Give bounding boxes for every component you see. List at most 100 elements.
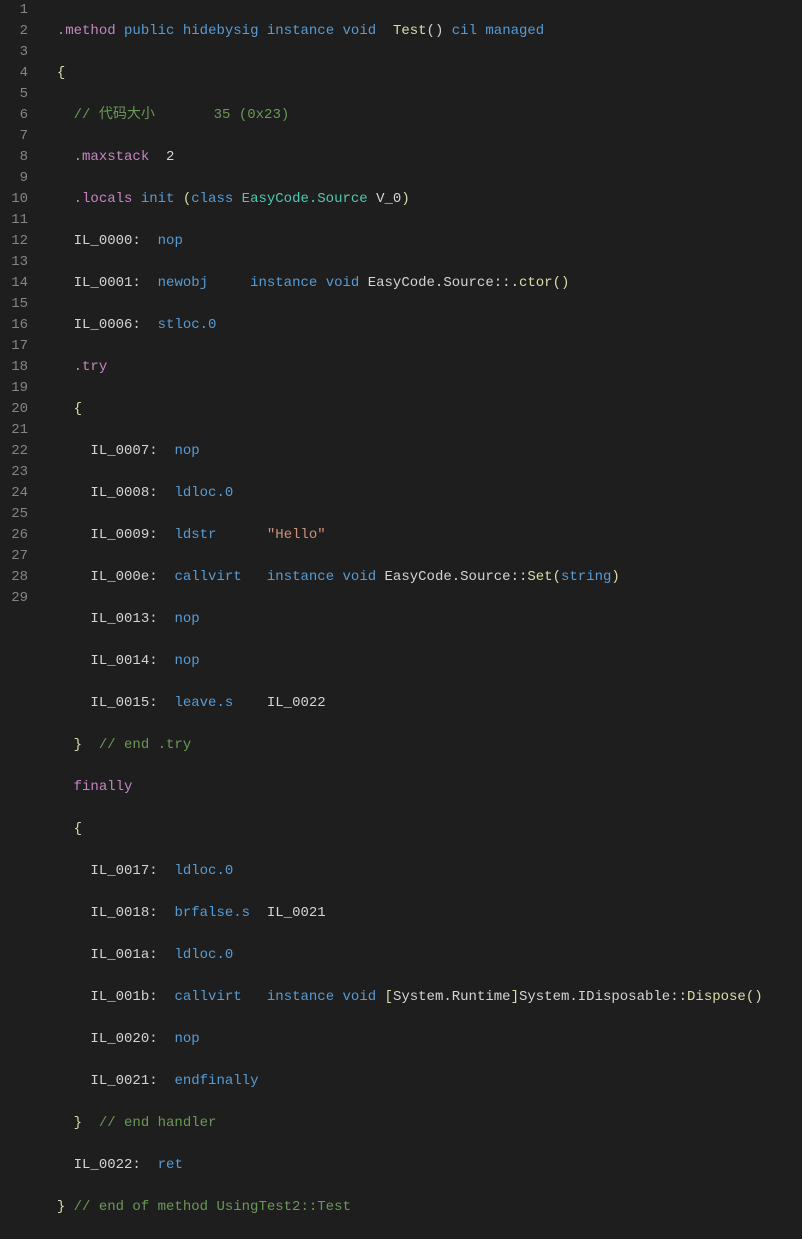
token-op: nop: [174, 611, 199, 627]
code-line[interactable]: .try: [40, 357, 794, 378]
code-line[interactable]: IL_0006: stloc.0: [40, 315, 794, 336]
token-label: IL_0006:: [74, 317, 141, 333]
token-punct: ): [611, 569, 619, 585]
code-line[interactable]: .maxstack 2: [40, 147, 794, 168]
code-line[interactable]: finally: [40, 777, 794, 798]
token-string: "Hello": [267, 527, 326, 543]
token-label: IL_0015:: [90, 695, 157, 711]
token-comment: 代码大小: [99, 107, 155, 123]
code-line[interactable]: IL_0014: nop: [40, 651, 794, 672]
token-keyword: instance: [250, 275, 317, 291]
token-label: IL_0007:: [90, 443, 157, 459]
token-comment: // end handler: [82, 1115, 216, 1131]
token-keyword: void: [343, 569, 377, 585]
code-line[interactable]: IL_0017: ldloc.0: [40, 861, 794, 882]
token-keyword: instance: [267, 23, 334, 39]
code-line[interactable]: // 代码大小 35 (0x23): [40, 105, 794, 126]
token-punct: (): [427, 23, 444, 39]
line-number: 29: [8, 588, 28, 609]
line-number: 3: [8, 42, 28, 63]
token-op: callvirt: [174, 989, 241, 1005]
line-number: 15: [8, 294, 28, 315]
token-op: nop: [158, 233, 183, 249]
code-line[interactable]: } // end of method UsingTest2::Test: [40, 1197, 794, 1218]
token-label: IL_0014:: [90, 653, 157, 669]
token-op: stloc.0: [158, 317, 217, 333]
code-line[interactable]: IL_0021: endfinally: [40, 1071, 794, 1092]
token-var: V_0: [376, 191, 401, 207]
token-keyword: managed: [485, 23, 544, 39]
code-line[interactable]: .method public hidebysig instance void T…: [40, 21, 794, 42]
token-type: EasyCode.Source: [368, 275, 494, 291]
line-number: 6: [8, 105, 28, 126]
token-op: ret: [158, 1157, 183, 1173]
line-number: 14: [8, 273, 28, 294]
code-line[interactable]: IL_0007: nop: [40, 441, 794, 462]
token-target: IL_0022: [267, 695, 326, 711]
token-keyword: class: [191, 191, 233, 207]
code-line[interactable]: {: [40, 63, 794, 84]
token-brace: }: [74, 1115, 82, 1131]
token-label: IL_000e:: [90, 569, 157, 585]
line-number: 11: [8, 210, 28, 231]
token-asm: System.Runtime: [393, 989, 511, 1005]
token-op: nop: [174, 653, 199, 669]
line-number: 23: [8, 462, 28, 483]
token-punct: (: [183, 191, 191, 207]
token-punct: ]: [511, 989, 519, 1005]
code-line[interactable]: IL_001b: callvirt instance void [System.…: [40, 987, 794, 1008]
token-op: endfinally: [174, 1073, 258, 1089]
line-number: 4: [8, 63, 28, 84]
token-keyword: void: [343, 989, 377, 1005]
token-punct: ::: [494, 275, 511, 291]
code-line[interactable]: IL_001a: ldloc.0: [40, 945, 794, 966]
code-line[interactable]: IL_000e: callvirt instance void EasyCode…: [40, 567, 794, 588]
token-label: IL_0009:: [90, 527, 157, 543]
token-keyword: cil: [452, 23, 477, 39]
token-brace: }: [57, 1199, 65, 1215]
code-line[interactable]: IL_0015: leave.s IL_0022: [40, 693, 794, 714]
code-line[interactable]: IL_0009: ldstr "Hello": [40, 525, 794, 546]
token-punct: (): [553, 275, 570, 291]
code-editor[interactable]: .method public hidebysig instance void T…: [40, 0, 802, 621]
line-number: 12: [8, 231, 28, 252]
token-label: IL_0020:: [90, 1031, 157, 1047]
token-label: IL_0017:: [90, 863, 157, 879]
token-method: Set: [527, 569, 552, 585]
code-line[interactable]: IL_0018: brfalse.s IL_0021: [40, 903, 794, 924]
token-keyword: void: [326, 275, 360, 291]
code-line[interactable]: IL_0013: nop: [40, 609, 794, 630]
token-op: callvirt: [174, 569, 241, 585]
code-line[interactable]: IL_0000: nop: [40, 231, 794, 252]
token-op: leave.s: [174, 695, 233, 711]
line-number: 13: [8, 252, 28, 273]
token-directive: .method: [57, 23, 116, 39]
token-op: ldloc.0: [174, 947, 233, 963]
line-number: 24: [8, 483, 28, 504]
code-line[interactable]: IL_0001: newobj instance void EasyCode.S…: [40, 273, 794, 294]
line-number: 25: [8, 504, 28, 525]
line-number: 10: [8, 189, 28, 210]
line-number: 28: [8, 567, 28, 588]
code-line[interactable]: .locals init (class EasyCode.Source V_0): [40, 189, 794, 210]
token-comment: 35 (0x23): [155, 107, 289, 123]
token-method: ctor: [519, 275, 553, 291]
code-line[interactable]: IL_0022: ret: [40, 1155, 794, 1176]
token-keyword: init: [141, 191, 175, 207]
line-number: 27: [8, 546, 28, 567]
line-number: 22: [8, 441, 28, 462]
token-op: newobj: [158, 275, 208, 291]
token-label: IL_001b:: [90, 989, 157, 1005]
line-number: 16: [8, 315, 28, 336]
code-line[interactable]: } // end .try: [40, 735, 794, 756]
code-line[interactable]: {: [40, 399, 794, 420]
token-comment: // end of method UsingTest2::Test: [65, 1199, 351, 1215]
token-op: nop: [174, 443, 199, 459]
line-number: 2: [8, 21, 28, 42]
token-keyword: instance: [267, 569, 334, 585]
code-line[interactable]: IL_0020: nop: [40, 1029, 794, 1050]
code-line[interactable]: } // end handler: [40, 1113, 794, 1134]
code-line[interactable]: IL_0008: ldloc.0: [40, 483, 794, 504]
code-line[interactable]: {: [40, 819, 794, 840]
token-target: IL_0021: [267, 905, 326, 921]
